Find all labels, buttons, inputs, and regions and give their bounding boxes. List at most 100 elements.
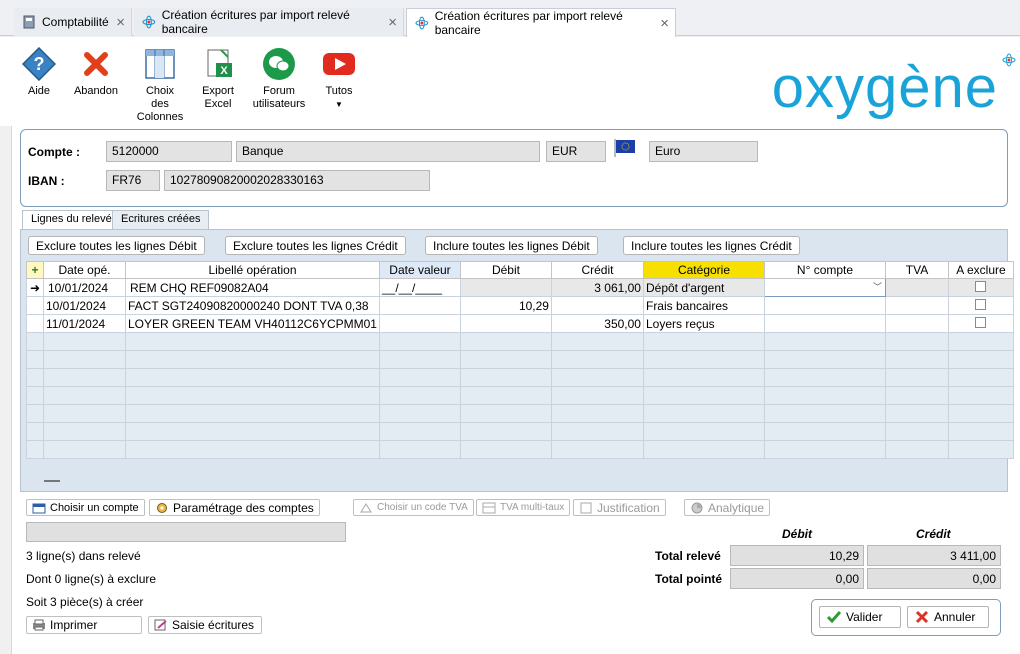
export-excel-button[interactable]: X Export Excel <box>198 47 238 111</box>
tab-creation-1[interactable]: Création écritures par import relevé ban… <box>134 8 404 36</box>
splitter-handle[interactable] <box>44 480 60 482</box>
iban-prefix-field[interactable]: FR76 <box>106 170 160 191</box>
column-header[interactable]: TVA <box>884 261 949 279</box>
atom-icon <box>415 16 429 30</box>
youtube-icon <box>323 53 355 75</box>
gear-icon <box>157 502 167 513</box>
currency-code-field[interactable]: EUR <box>546 141 606 162</box>
total-pointe-credit: 0,00 <box>867 568 1001 589</box>
choix-colonnes-button[interactable]: Choix des Colonnes <box>136 47 184 124</box>
exclude-checkbox[interactable] <box>947 314 1014 333</box>
cell-categorie[interactable]: Dépôt d'argent <box>642 278 765 297</box>
calculator-icon <box>23 15 35 29</box>
column-header[interactable]: N° compte <box>763 261 886 279</box>
compte-name-field[interactable]: Banque <box>236 141 540 162</box>
cell-credit[interactable]: 3 061,00 <box>550 278 644 297</box>
cell-categorie[interactable]: Loyers reçus <box>642 314 765 333</box>
table-row <box>26 440 1014 459</box>
compte-label: Compte : <box>28 145 80 159</box>
tab-label: Création écritures par import relevé ban… <box>434 9 623 37</box>
columns-icon <box>145 49 175 79</box>
close-icon <box>84 52 108 76</box>
column-header[interactable]: Libellé opération <box>125 261 380 279</box>
table-row[interactable]: 11/01/2024 LOYER GREEN TEAM VH40112C6YCP… <box>26 314 1014 333</box>
total-releve-credit: 3 411,00 <box>867 545 1001 566</box>
info-field <box>26 522 346 542</box>
chevron-down-icon[interactable]: ▼ <box>335 100 343 109</box>
analytique-button[interactable]: Analytique <box>684 499 771 516</box>
tab-creation-2[interactable]: Création écritures par import relevé ban… <box>406 8 676 37</box>
printer-icon <box>33 619 45 631</box>
cell-date-valeur[interactable] <box>378 314 461 333</box>
cell-libelle[interactable]: FACT SGT24090820000240 DONT TVA 0,38 <box>125 296 380 315</box>
exclure-credit-button[interactable]: Exclure toutes les lignes Crédit <box>225 236 406 255</box>
annuler-button[interactable]: Annuler <box>907 606 989 628</box>
column-header[interactable]: A exclure <box>947 261 1014 279</box>
inclure-debit-button[interactable]: Inclure toutes les lignes Débit <box>425 236 598 255</box>
choisir-code-tva-button[interactable]: Choisir un code TVA <box>353 499 474 516</box>
credit-header: Crédit <box>916 527 951 541</box>
cell-debit[interactable] <box>459 278 552 297</box>
compte-num-field[interactable]: 5120000 <box>106 141 232 162</box>
imprimer-button[interactable]: Imprimer <box>26 616 142 634</box>
operations-table: + Date opé. Libellé opération Date valeu… <box>26 261 1014 459</box>
cell-tva[interactable] <box>884 296 949 315</box>
cell-credit[interactable] <box>550 296 644 315</box>
tutos-button[interactable]: Tutos ▼ <box>318 47 360 111</box>
table-row <box>26 368 1014 387</box>
exclude-checkbox[interactable] <box>947 278 1014 297</box>
tva-multi-taux-button[interactable]: TVA multi-taux <box>476 499 571 516</box>
tab-lignes-releve[interactable]: Lignes du relevé <box>22 210 121 229</box>
cell-date[interactable]: 11/01/2024 <box>43 314 126 333</box>
abandon-button[interactable]: Abandon <box>72 47 120 98</box>
exclure-debit-button[interactable]: Exclure toutes les lignes Débit <box>28 236 205 255</box>
left-scrollbar[interactable] <box>0 126 12 654</box>
valider-button[interactable]: Valider <box>819 606 901 628</box>
status-lignes: 3 ligne(s) dans relevé <box>26 549 141 563</box>
column-header[interactable]: Crédit <box>550 261 644 279</box>
forum-button[interactable]: Forum utilisateurs <box>252 47 306 111</box>
compte-select[interactable]: ﹀ <box>763 278 886 297</box>
cell-date-valeur[interactable]: __/__/____ <box>378 278 461 297</box>
close-icon[interactable]: × <box>660 16 669 31</box>
add-column-icon[interactable]: + <box>26 261 44 279</box>
cell-date[interactable]: 10/01/2024 <box>43 296 126 315</box>
close-icon <box>915 610 929 624</box>
status-exclure: Dont 0 ligne(s) à exclure <box>26 572 157 586</box>
tab-label: Création écritures par import relevé ban… <box>161 8 350 36</box>
cell-date-valeur[interactable] <box>378 296 461 315</box>
table-row[interactable]: ➜ 10/01/2024 REM CHQ REF09082A04 __/__/_… <box>26 278 1014 297</box>
currency-name-field[interactable]: Euro <box>649 141 758 162</box>
cell-credit[interactable]: 350,00 <box>550 314 644 333</box>
choisir-compte-button[interactable]: Choisir un compte <box>26 499 145 516</box>
exclude-checkbox[interactable] <box>947 296 1014 315</box>
column-header[interactable]: Date valeur <box>378 261 461 279</box>
iban-field[interactable]: 10278090820002028330163 <box>164 170 430 191</box>
cell-libelle[interactable]: LOYER GREEN TEAM VH40112C6YCPMM01 <box>125 314 380 333</box>
cell-compte[interactable] <box>763 314 886 333</box>
cell-compte[interactable] <box>763 296 886 315</box>
inclure-credit-button[interactable]: Inclure toutes les lignes Crédit <box>623 236 800 255</box>
aide-button[interactable]: ? Aide <box>20 47 58 98</box>
close-icon[interactable]: × <box>116 15 125 30</box>
saisie-ecritures-button[interactable]: Saisie écritures <box>148 616 262 634</box>
table-row[interactable]: 10/01/2024 FACT SGT24090820000240 DONT T… <box>26 296 1014 315</box>
tab-comptabilite[interactable]: Comptabilité × <box>14 8 132 36</box>
column-header[interactable]: Catégorie <box>642 261 765 279</box>
chevron-down-icon[interactable]: ﹀ <box>873 280 882 293</box>
cell-tva[interactable] <box>884 314 949 333</box>
cell-libelle[interactable]: REM CHQ REF09082A04 <box>125 278 380 297</box>
cell-date[interactable]: 10/01/2024 <box>43 278 126 297</box>
close-icon[interactable]: × <box>388 15 397 30</box>
justification-button[interactable]: Justification <box>573 499 666 516</box>
cell-categorie[interactable]: Frais bancaires <box>642 296 765 315</box>
cell-debit[interactable] <box>459 314 552 333</box>
cell-tva[interactable] <box>884 278 949 297</box>
parametrage-comptes-button[interactable]: Paramétrage des comptes <box>149 499 320 516</box>
column-header[interactable]: Date opé. <box>43 261 126 279</box>
check-icon <box>826 611 842 624</box>
row-pointer-icon <box>26 296 44 315</box>
tab-ecritures-creees[interactable]: Ecritures créées <box>112 210 210 229</box>
cell-debit[interactable]: 10,29 <box>459 296 552 315</box>
column-header[interactable]: Débit <box>459 261 552 279</box>
